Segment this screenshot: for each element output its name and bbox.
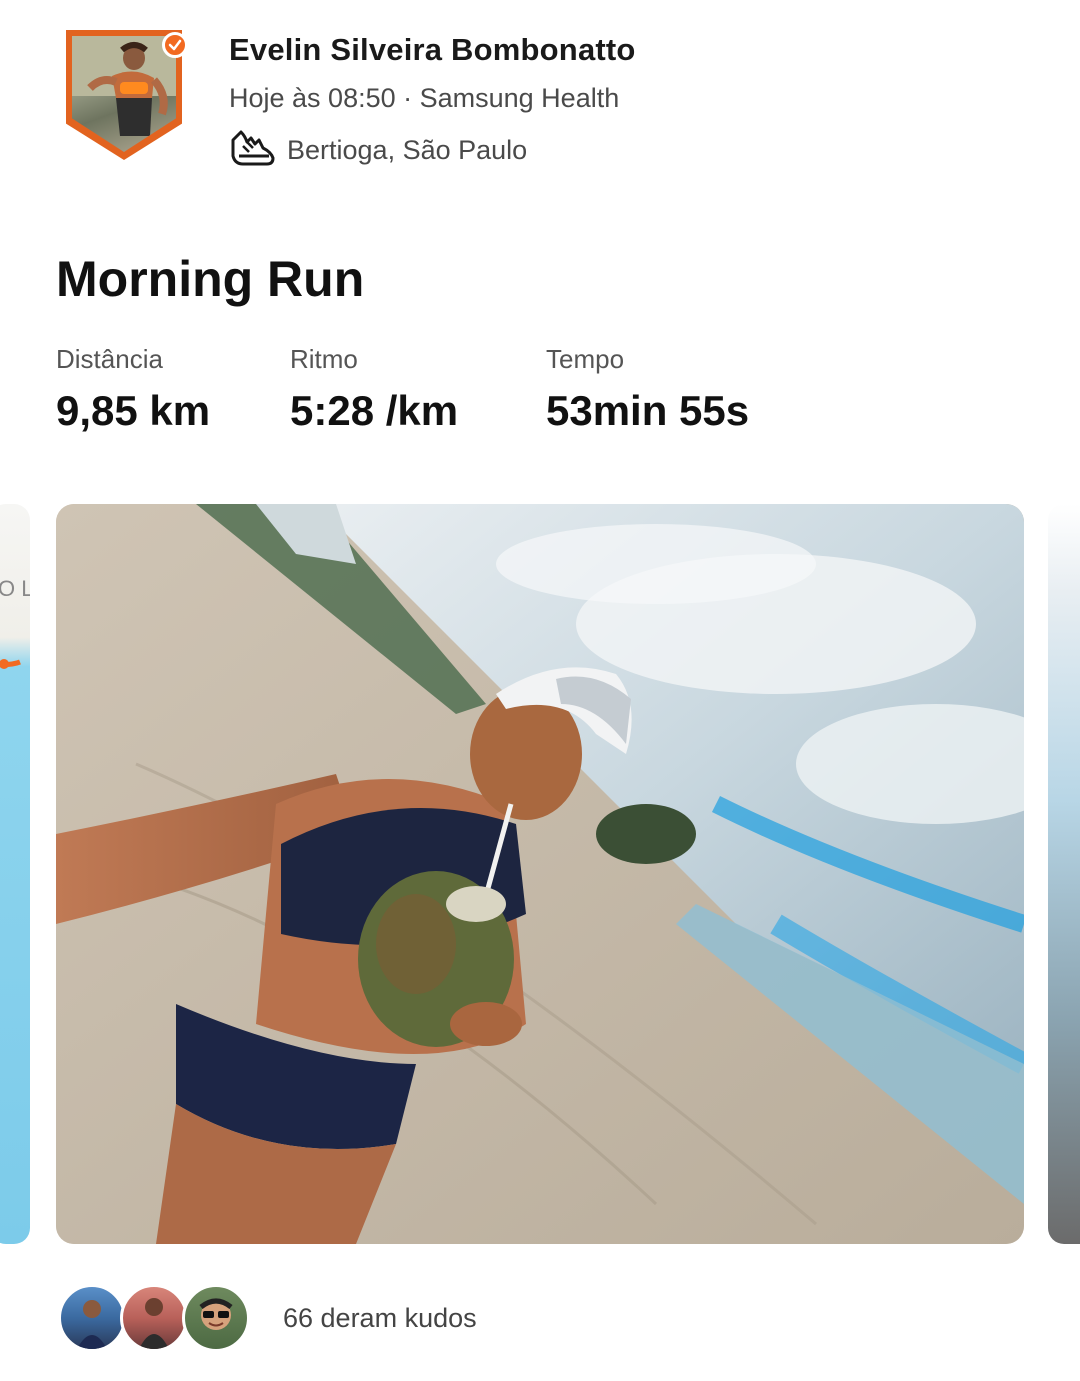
stat-label: Distância: [56, 344, 163, 374]
kudos-avatars[interactable]: [58, 1284, 250, 1354]
stat-value: 53min 55s: [546, 387, 750, 434]
kudos-count[interactable]: 66 deram kudos: [283, 1303, 477, 1334]
activity-title[interactable]: Morning Run: [56, 250, 364, 308]
athlete-avatar[interactable]: [66, 30, 188, 162]
route-map-preview[interactable]: O L: [0, 504, 30, 1244]
check-badge-icon: [162, 32, 188, 58]
activity-location: Bertioga, São Paulo: [229, 128, 527, 172]
stat-time: Tempo 53min 55s: [546, 344, 749, 435]
activity-page: Evelin Silveira Bombonatto Hoje às 08:50…: [0, 0, 1080, 1381]
activity-meta: Hoje às 08:50 · Samsung Health: [229, 83, 620, 113]
stat-label: Ritmo: [290, 344, 358, 374]
kudo-avatar: [182, 1284, 250, 1352]
kudo-avatar: [120, 1284, 188, 1352]
stat-value: 5:28 /km: [290, 387, 459, 434]
location-text: Bertioga, São Paulo: [287, 134, 528, 165]
next-photo-preview[interactable]: [1048, 504, 1080, 1244]
stat-value: 9,85 km: [56, 387, 211, 434]
stat-pace: Ritmo 5:28 /km: [290, 344, 458, 435]
beach-selfie-photo[interactable]: [56, 504, 1024, 1244]
stat-label: Tempo: [546, 344, 625, 374]
svg-text:O L: O L: [0, 576, 30, 601]
stat-distance: Distância 9,85 km: [56, 344, 210, 435]
athlete-name[interactable]: Evelin Silveira Bombonatto: [229, 32, 636, 68]
running-shoe-icon: [229, 126, 277, 175]
kudo-avatar: [58, 1284, 126, 1352]
